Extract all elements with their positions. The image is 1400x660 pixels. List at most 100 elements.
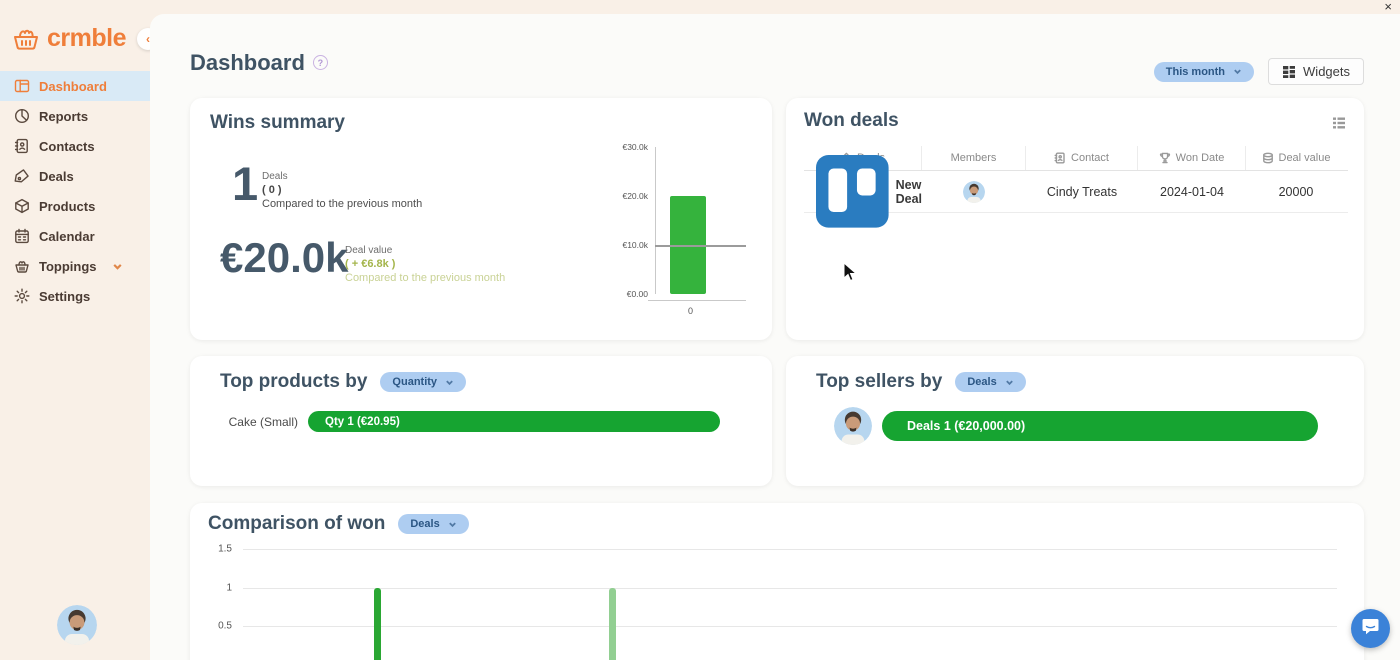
comparison-bar-current-period — [374, 587, 381, 660]
comparison-bar-chart: 1.5 1 0.5 — [190, 539, 1364, 660]
column-header-members[interactable]: Members — [922, 146, 1026, 170]
top-sellers-card: Top sellers by Deals Deals 1 (€20,000.00… — [786, 356, 1364, 486]
deal-value-compare-note: Compared to the previous month — [345, 272, 506, 284]
seller-bar[interactable]: Deals 1 (€20,000.00) — [882, 411, 1318, 441]
column-header-label: Contact — [1071, 152, 1109, 164]
seller-bar-row: Deals 1 (€20,000.00) — [786, 407, 1364, 445]
mini-chart-xtick: 0 — [688, 306, 694, 316]
chevron-down-icon — [112, 261, 123, 272]
comparison-gridline — [243, 549, 1337, 550]
page-title: Dashboard — [190, 49, 305, 75]
sidebar-item-calendar[interactable]: Calendar — [0, 221, 150, 251]
column-header-label: Members — [950, 152, 997, 164]
settings-icon — [14, 288, 30, 304]
deals-count-label: Deals — [262, 171, 288, 182]
mini-chart-y-axis — [655, 147, 656, 294]
member-avatar[interactable] — [963, 180, 985, 203]
products-icon — [14, 198, 30, 214]
product-bar[interactable]: Qty 1 (€20.95) — [308, 411, 720, 432]
close-icon[interactable]: × — [1384, 0, 1392, 14]
help-icon[interactable]: ? — [312, 55, 328, 70]
deals-delta: ( 0 ) — [262, 184, 282, 196]
comparison-of-won-card: Comparison of won Deals 1.5 1 0.5 — [190, 503, 1364, 660]
sidebar-item-reports[interactable]: Reports — [0, 101, 150, 131]
user-avatar[interactable] — [57, 605, 97, 645]
won-deals-card: Won deals DealsMembersContactWon DateDea… — [786, 98, 1364, 340]
column-header-deal-value[interactable]: Deal value — [1246, 146, 1346, 170]
widgets-icon — [1282, 65, 1296, 79]
sidebar-item-dashboard[interactable]: Dashboard — [0, 71, 150, 101]
comparison-ytick: 0.5 — [218, 620, 232, 632]
mini-chart-ytick: €10.0k — [622, 240, 648, 250]
sidebar-item-label: Settings — [39, 288, 91, 304]
top-sellers-selector[interactable]: Deals — [955, 372, 1026, 392]
deal-name-cell[interactable]: New Deal — [804, 155, 922, 228]
sidebar-item-contacts[interactable]: Contacts — [0, 131, 150, 161]
widgets-button-label: Widgets — [1303, 64, 1350, 79]
top-products-card: Top products by Quantity Cake (Small) Qty… — [190, 356, 772, 486]
chevron-down-icon — [1233, 67, 1242, 76]
deals-compare-note: Compared to the previous month — [262, 198, 423, 210]
sidebar-item-products[interactable]: Products — [0, 191, 150, 221]
mini-chart-reference-line — [655, 245, 746, 247]
sidebar-item-label: Contacts — [39, 138, 95, 154]
chevron-down-icon — [445, 378, 454, 387]
reports-icon — [14, 108, 30, 124]
top-products-selector-label: Quantity — [392, 376, 438, 388]
product-bar-value: Qty 1 (€20.95) — [325, 415, 400, 428]
sidebar-item-label: Dashboard — [39, 78, 107, 94]
column-header-won-date[interactable]: Won Date — [1138, 146, 1246, 170]
logo-text: crmble — [47, 24, 126, 52]
comparison-selector-label: Deals — [410, 518, 440, 530]
comparison-bar-previous-period — [609, 587, 616, 660]
comparison-ytick: 1 — [226, 582, 232, 593]
column-header-label: Deal value — [1278, 152, 1331, 164]
chat-bubble-icon — [1361, 617, 1380, 641]
top-sellers-selector-label: Deals — [967, 376, 997, 388]
deals-icon — [14, 168, 30, 184]
comparison-selector[interactable]: Deals — [398, 514, 469, 534]
member-cell — [922, 180, 1026, 203]
sidebar-item-settings[interactable]: Settings — [0, 281, 150, 311]
comparison-gridline — [243, 587, 1337, 589]
comparison-gridline — [243, 626, 1337, 627]
app-logo[interactable]: crmble — [0, 0, 150, 71]
column-header-label: Won Date — [1175, 152, 1225, 164]
deal-name: New Deal — [895, 177, 922, 206]
top-sellers-title: Top sellers by — [816, 371, 943, 392]
comparison-ytick: 1.5 — [218, 543, 232, 555]
mini-chart-ytick: €0.00 — [626, 289, 648, 299]
widgets-button[interactable]: Widgets — [1268, 58, 1364, 85]
list-view-icon[interactable] — [1332, 116, 1346, 130]
mini-chart-x-axis — [648, 300, 746, 301]
sidebar-nav: Dashboard Reports Contacts Deals Products Cal… — [0, 71, 150, 311]
dashboard-icon — [14, 78, 30, 94]
contacts-icon — [14, 138, 30, 154]
period-selector[interactable]: This month — [1153, 61, 1255, 82]
top-products-title: Top products by — [220, 371, 368, 392]
toppings-icon — [14, 258, 30, 274]
mini-chart-ytick: €30.0k — [622, 142, 648, 152]
table-row: New Deal Cindy Treats 2024-01-04 20000 — [804, 155, 1348, 228]
period-selector-label: This month — [1165, 65, 1226, 78]
deal-value-delta: ( + €6.8k ) — [345, 258, 396, 270]
won-deals-title: Won deals — [804, 110, 899, 131]
contact-cell: Cindy Treats — [1046, 184, 1118, 199]
chat-launcher-button[interactable] — [1351, 609, 1390, 648]
wins-summary-card: Wins summary 1 Deals ( 0 ) Compared to t… — [190, 98, 772, 340]
top-products-selector[interactable]: Quantity — [380, 372, 467, 392]
coins-icon — [1262, 152, 1274, 164]
contact-icon — [1054, 152, 1066, 164]
sidebar-item-toppings[interactable]: Toppings — [0, 251, 150, 281]
page-header: Dashboard ? This month Widgets — [190, 40, 1364, 85]
sidebar-item-deals[interactable]: Deals — [0, 161, 150, 191]
product-bar-row: Cake (Small) Qty 1 (€20.95) — [190, 411, 772, 432]
wins-summary-title: Wins summary — [210, 112, 345, 133]
column-header-contact[interactable]: Contact — [1026, 146, 1138, 170]
main-content: Dashboard ? This month Widgets Wins summ… — [150, 14, 1400, 660]
wins-mini-bar-chart: €30.0k €20.0k €10.0k €0.00 0 — [608, 140, 758, 316]
mini-chart-ytick: €20.0k — [622, 191, 648, 201]
sidebar-item-label: Deals — [39, 168, 74, 184]
comparison-title: Comparison of won — [208, 513, 386, 534]
chevron-down-icon — [1005, 378, 1014, 387]
